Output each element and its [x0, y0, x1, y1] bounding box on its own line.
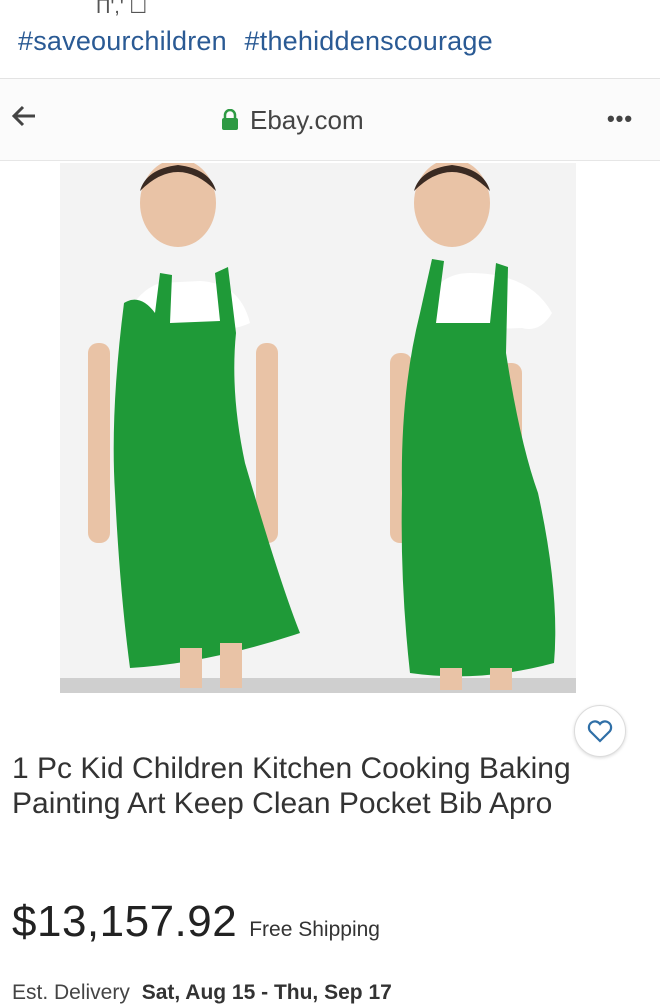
delivery-label: Est. Delivery — [12, 981, 130, 1004]
heart-icon — [587, 720, 613, 743]
shipping-info: Free Shipping — [249, 918, 380, 941]
product-photo-illustration — [60, 163, 576, 693]
hashtag-thehiddenscourage[interactable]: #thehiddenscourage — [245, 26, 493, 56]
url-text: Ebay.com — [250, 104, 364, 135]
lock-icon — [222, 109, 238, 130]
cropped-status-text: Π',' ☐ — [96, 0, 148, 18]
url-display[interactable]: Ebay.com — [220, 103, 364, 137]
delivery-estimate: Est. Delivery Sat, Aug 15 - Thu, Sep 17 — [12, 981, 392, 1005]
hashtag-saveourchildren[interactable]: #saveourchildren — [18, 26, 227, 56]
favorite-button[interactable] — [574, 705, 626, 757]
delivery-dates: Sat, Aug 15 - Thu, Sep 17 — [141, 981, 392, 1004]
back-button[interactable] — [2, 101, 46, 137]
more-options-button[interactable]: ••• — [598, 101, 642, 137]
listing-title[interactable]: 1 Pc Kid Children Kitchen Cooking Baking… — [12, 751, 602, 821]
product-image[interactable] — [60, 163, 576, 693]
listing-details: 1 Pc Kid Children Kitchen Cooking Baking… — [0, 697, 660, 1004]
back-arrow-icon — [11, 105, 35, 127]
price-row: $13,157.92 Free Shipping — [12, 897, 380, 947]
post-header: Π',' ☐ #saveourchildren #thehiddenscoura… — [0, 0, 660, 80]
hashtags: #saveourchildren #thehiddenscourage — [18, 26, 503, 57]
browser-bar: Ebay.com ••• — [0, 79, 660, 161]
ebay-screenshot: Ebay.com ••• 1 Pc Kid Children Kitchen C… — [0, 78, 660, 1004]
listing-price: $13,157.92 — [12, 897, 238, 946]
